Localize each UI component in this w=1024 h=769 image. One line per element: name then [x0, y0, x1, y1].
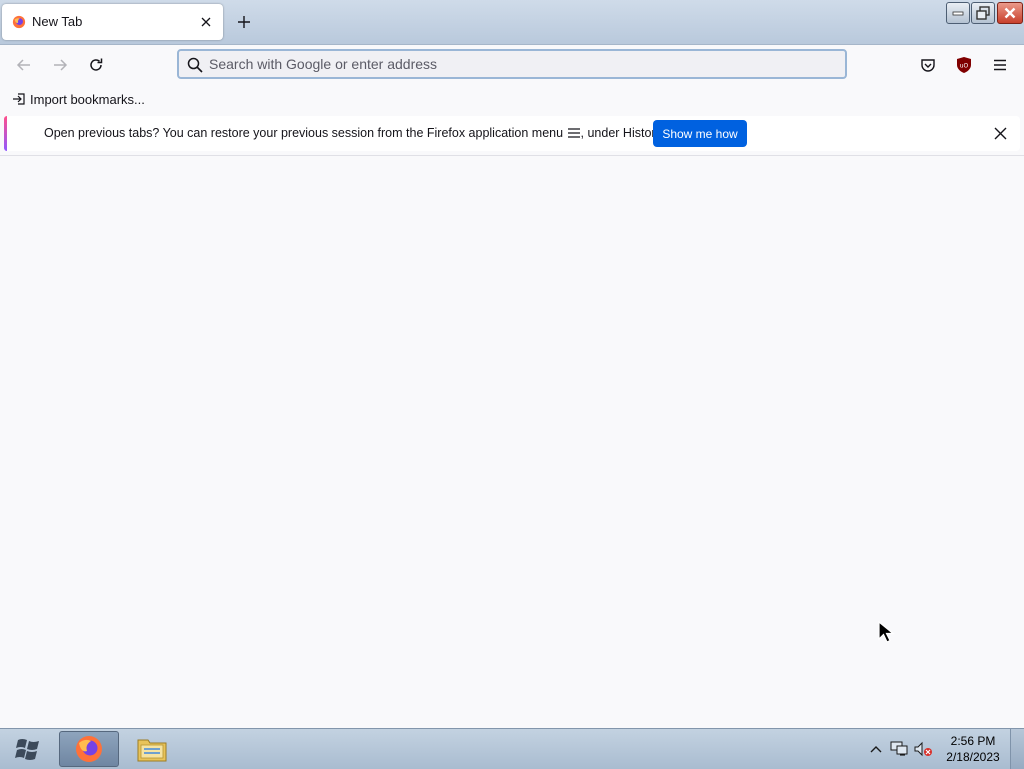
notification-body: You can restore your previous session fr…	[159, 126, 567, 140]
notification-lead: Open previous tabs?	[44, 126, 160, 140]
url-input[interactable]	[209, 54, 829, 74]
hamburger-menu-icon	[994, 59, 1006, 71]
firefox-icon	[76, 736, 102, 762]
show-me-how-button[interactable]: Show me how	[653, 120, 747, 147]
close-icon	[994, 127, 1006, 139]
system-clock[interactable]: 2:56 PM 2/18/2023	[940, 733, 1006, 765]
notification-close-button[interactable]	[990, 123, 1010, 143]
import-bookmarks-label: Import bookmarks...	[30, 91, 145, 107]
taskbar: 2:56 PM 2/18/2023	[0, 728, 1024, 769]
new-tab-button[interactable]	[232, 10, 256, 34]
arrow-right-icon	[54, 59, 68, 71]
svg-text:uO: uO	[960, 63, 969, 70]
restore-session-notification: Open previous tabs? You can restore your…	[4, 116, 1020, 151]
import-bookmarks-button[interactable]: Import bookmarks...	[12, 90, 145, 108]
plus-icon	[238, 16, 250, 28]
taskbar-firefox[interactable]	[59, 731, 119, 767]
notification-accent	[4, 116, 7, 151]
pocket-button[interactable]	[914, 53, 942, 77]
tab-new-tab[interactable]: New Tab	[2, 4, 223, 40]
import-icon	[13, 93, 25, 105]
notification-body-end: , under History.	[580, 126, 665, 140]
minimize-button[interactable]	[946, 2, 970, 24]
windows-logo-icon	[15, 739, 39, 760]
close-icon	[1004, 7, 1016, 19]
network-icon[interactable]	[890, 741, 908, 757]
maximize-icon	[976, 6, 990, 20]
close-window-button[interactable]	[997, 2, 1023, 24]
tab-close-button[interactable]	[196, 12, 216, 32]
ublock-shield-icon: uO	[957, 57, 971, 73]
clock-date: 2/18/2023	[946, 750, 1000, 764]
taskbar-file-explorer[interactable]	[122, 731, 182, 767]
show-desktop-button[interactable]	[1010, 729, 1024, 769]
search-icon	[187, 57, 203, 73]
url-bar[interactable]	[177, 49, 847, 79]
file-explorer-icon	[137, 739, 167, 762]
hamburger-menu-icon	[567, 128, 580, 138]
back-button[interactable]	[10, 53, 38, 77]
restore-button[interactable]	[971, 2, 995, 24]
close-icon	[201, 17, 211, 27]
arrow-left-icon	[16, 59, 30, 71]
notification-message: Open previous tabs? You can restore your…	[44, 126, 664, 140]
volume-muted-icon[interactable]	[914, 741, 934, 757]
clock-time: 2:56 PM	[950, 734, 996, 748]
firefox-icon	[12, 15, 26, 29]
reload-icon	[90, 58, 103, 71]
reload-button[interactable]	[82, 53, 110, 77]
tab-title: New Tab	[32, 14, 83, 29]
start-button[interactable]	[6, 732, 50, 766]
tab-strip: New Tab	[0, 0, 1024, 45]
bookmarks-toolbar: Import bookmarks...	[0, 86, 1024, 112]
pocket-icon	[921, 59, 935, 72]
mouse-cursor-icon	[878, 621, 895, 643]
app-menu-button[interactable]	[986, 53, 1014, 77]
minimize-icon	[952, 11, 964, 16]
show-hidden-icons-button[interactable]	[868, 741, 884, 757]
content-divider	[0, 155, 1024, 156]
nav-bar: uO	[0, 45, 1024, 85]
forward-button[interactable]	[46, 53, 74, 77]
ublock-origin-button[interactable]: uO	[950, 53, 978, 77]
